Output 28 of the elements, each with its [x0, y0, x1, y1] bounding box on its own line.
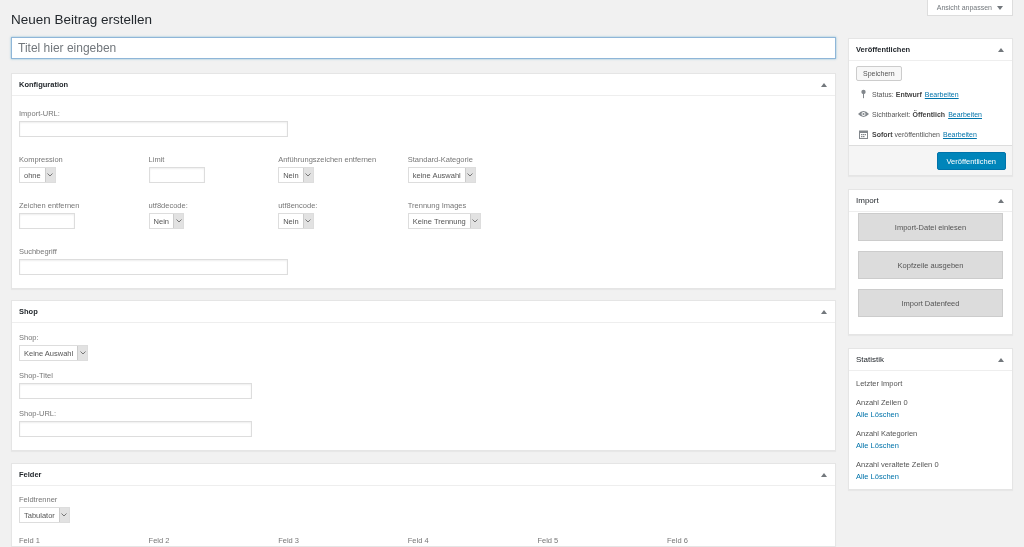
caret-down-icon	[997, 5, 1003, 10]
eye-icon	[857, 110, 869, 118]
chevron-down-icon	[173, 214, 184, 228]
chevron-down-icon	[469, 214, 480, 228]
text-input[interactable]	[19, 383, 252, 399]
caret-up-icon[interactable]	[821, 82, 827, 87]
caret-up-icon[interactable]	[821, 472, 827, 477]
text-input[interactable]	[19, 121, 288, 137]
text-input[interactable]	[19, 421, 252, 437]
chevron-down-icon	[44, 168, 55, 182]
chevron-down-icon	[302, 214, 313, 228]
caret-up-icon[interactable]	[998, 198, 1004, 203]
text-input[interactable]	[19, 213, 75, 229]
panel-title: Import	[856, 196, 879, 205]
caret-up-icon[interactable]	[821, 309, 827, 314]
calendar-icon	[858, 129, 868, 139]
text-input[interactable]	[148, 167, 205, 183]
text-input[interactable]	[19, 259, 288, 275]
title-input[interactable]: Titel hier eingeben	[11, 37, 836, 59]
chevron-down-icon	[302, 168, 313, 182]
page-heading: Neuen Beitrag erstellen	[11, 11, 153, 29]
panel-title: Statistik	[856, 355, 884, 364]
chevron-down-icon	[58, 508, 69, 522]
pin-icon	[860, 89, 866, 99]
chevron-down-icon	[77, 346, 88, 360]
chevron-down-icon	[464, 168, 475, 182]
caret-up-icon[interactable]	[998, 47, 1004, 52]
caret-up-icon[interactable]	[998, 357, 1004, 362]
